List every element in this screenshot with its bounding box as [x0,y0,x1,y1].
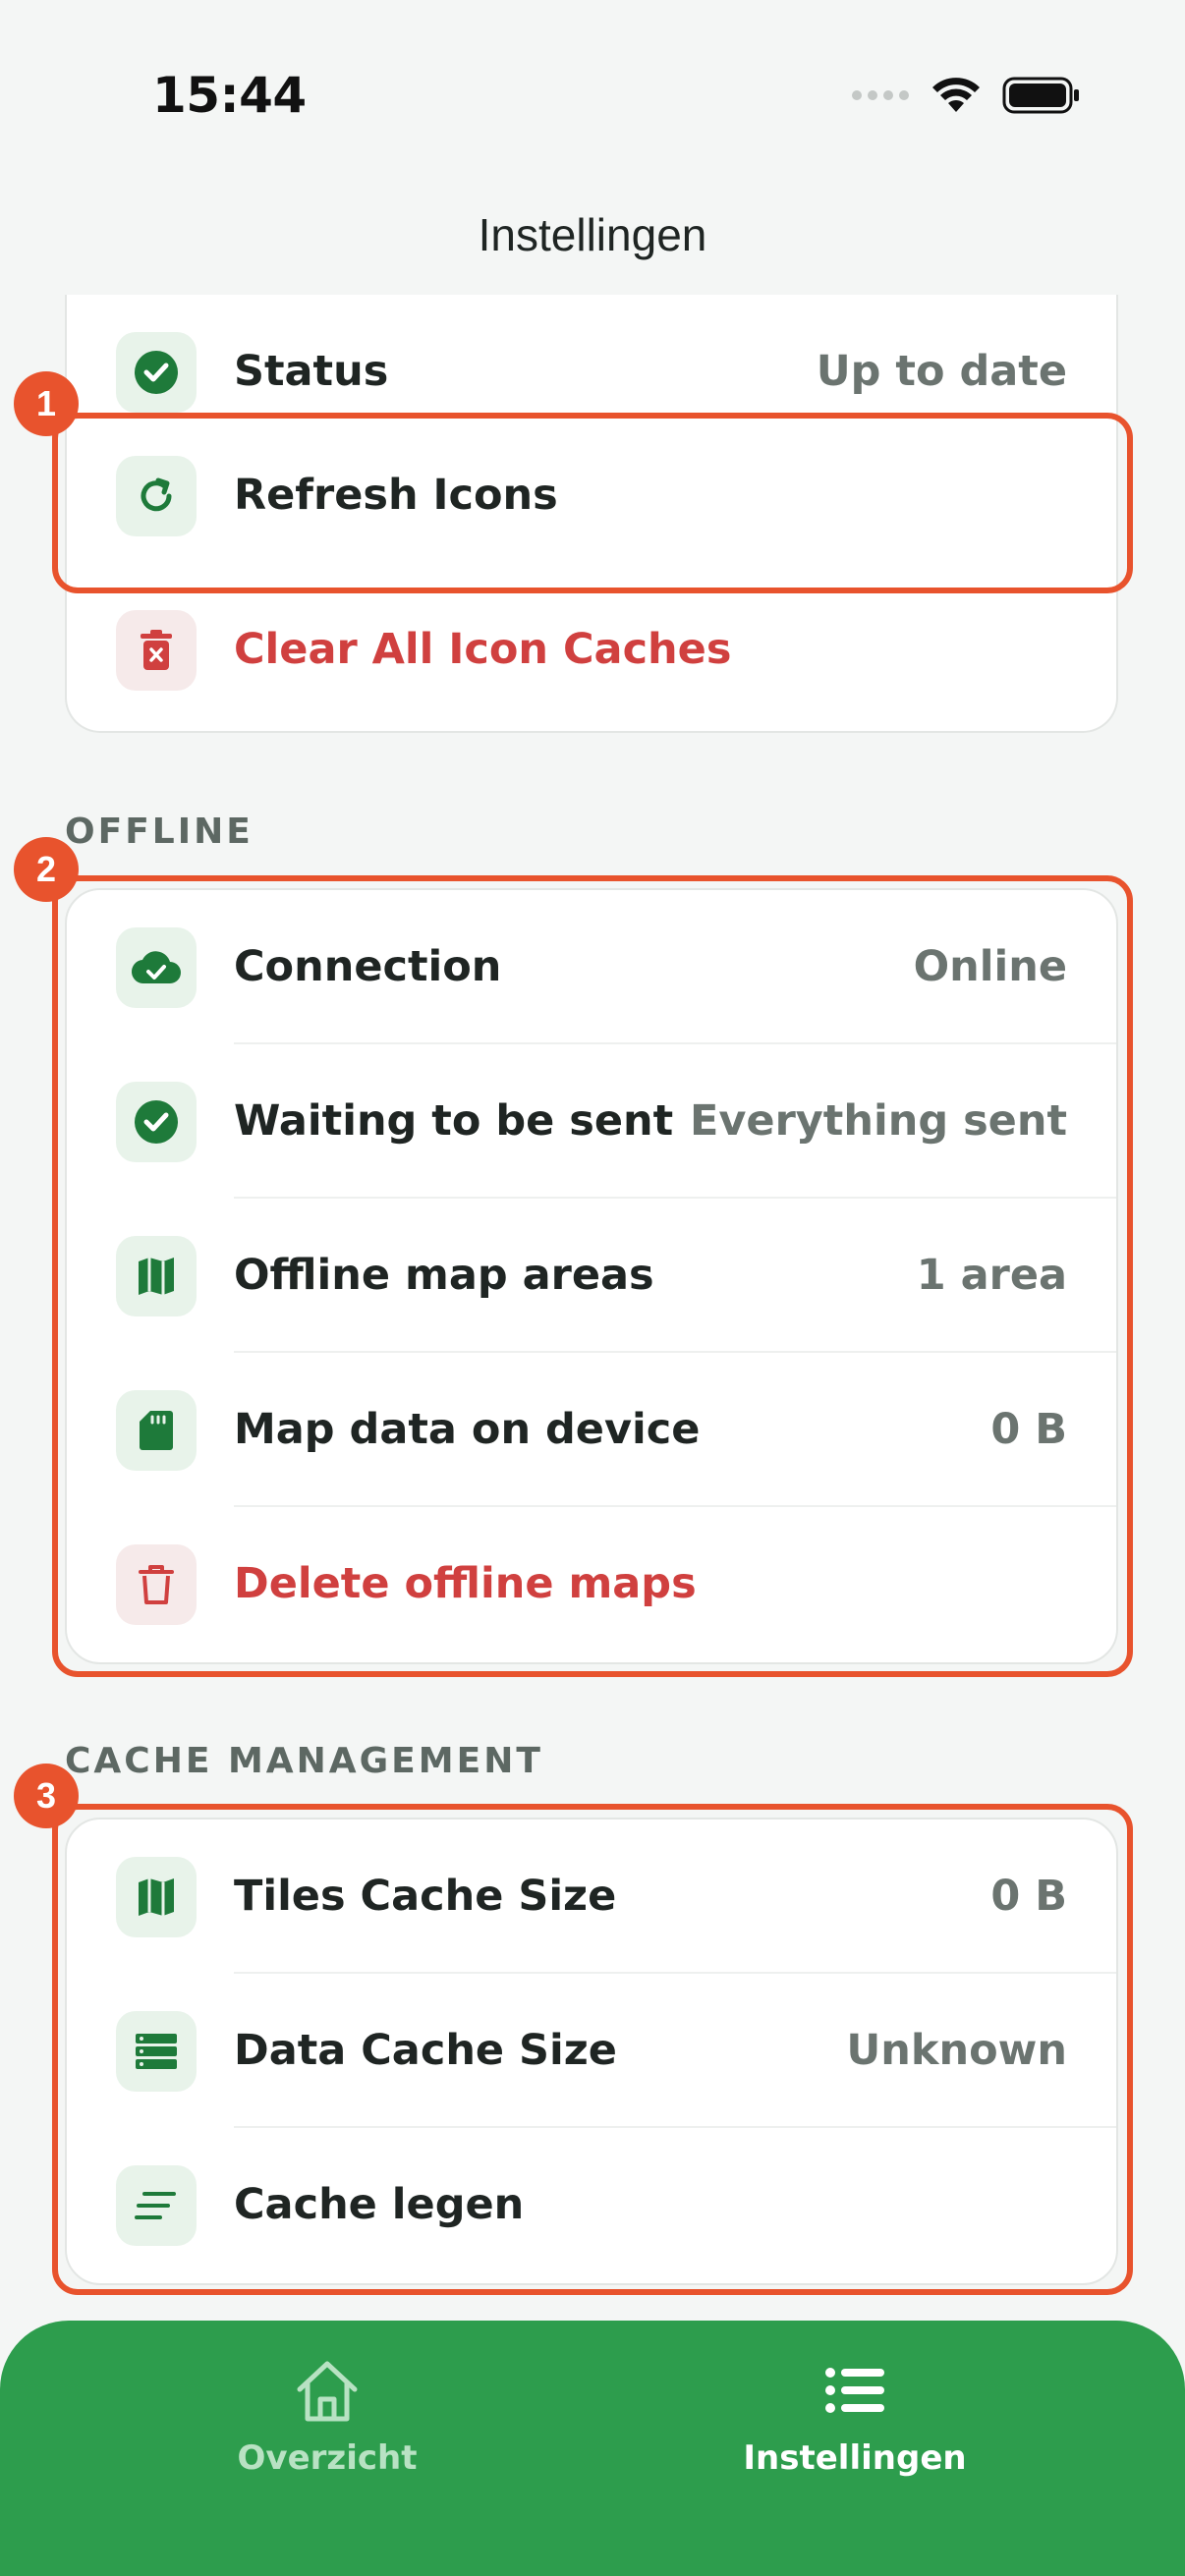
data-cache-row: Data Cache Size Unknown [67,1974,1116,2128]
highlight-badge: 2 [14,837,79,902]
tab-bar: Overzicht Instellingen [0,2321,1185,2576]
check-circle-icon [116,1082,197,1162]
delete-offline-maps-row[interactable]: Delete offline maps [67,1507,1116,1661]
trash-x-icon [116,610,197,691]
battery-icon [1002,77,1079,114]
connection-row: Connection Online [67,890,1116,1044]
row-label: Connection [234,942,502,991]
storage-icon [116,2011,197,2092]
row-value: 1 area [916,1251,1067,1300]
map-data-row: Map data on device 0 B [67,1353,1116,1507]
row-label: Offline map areas [234,1251,654,1300]
list-icon [825,2368,884,2413]
status-bar: 15:44 [0,0,1185,187]
trash-icon [116,1544,197,1625]
clear-icon-caches-row[interactable]: Clear All Icon Caches [67,573,1116,727]
row-label: Waiting to be sent [234,1096,674,1146]
clear-lines-icon [116,2165,197,2246]
tiles-cache-row: Tiles Cache Size 0 B [67,1820,1116,1974]
highlight-badge: 3 [14,1764,79,1828]
tab-label: Instellingen [743,2438,967,2478]
row-label: Map data on device [234,1405,701,1454]
check-circle-icon [116,332,197,413]
refresh-icon [116,456,197,536]
tab-label: Overzicht [237,2438,418,2478]
tab-overzicht[interactable]: Overzicht [131,2356,524,2513]
row-value: 0 B [990,1405,1067,1454]
row-label: Clear All Icon Caches [234,625,732,674]
row-label: Refresh Icons [234,471,558,520]
map-icon [116,1236,197,1316]
row-label: Delete offline maps [234,1559,697,1608]
sd-card-icon [116,1390,197,1471]
status-time: 15:44 [152,67,307,124]
highlight-badge: 1 [14,371,79,436]
icons-card: Status Up to date Refresh Icons Clear Al… [65,295,1118,733]
cellular-signal-icon [852,90,909,100]
section-header-cache: CACHE MANAGEMENT [65,1741,543,1781]
row-label: Data Cache Size [234,2026,617,2075]
page-title: Instellingen [478,209,707,260]
section-header-offline: OFFLINE [65,812,254,852]
tab-instellingen[interactable]: Instellingen [658,2356,1051,2513]
row-value: 0 B [990,1872,1067,1921]
waiting-row: Waiting to be sent Everything sent [67,1044,1116,1199]
home-icon [297,2361,358,2422]
row-value: Unknown [846,2026,1067,2075]
clear-cache-row[interactable]: Cache legen [67,2128,1116,2282]
row-value: Online [913,942,1067,991]
status-icons [851,71,1081,120]
row-label: Cache legen [234,2180,525,2229]
offline-card: Connection Online Waiting to be sent Eve… [65,888,1118,1664]
cloud-check-icon [116,927,197,1008]
row-label: Tiles Cache Size [234,1872,617,1921]
offline-map-areas-row[interactable]: Offline map areas 1 area [67,1199,1116,1353]
refresh-icons-row[interactable]: Refresh Icons [67,419,1116,573]
cache-card: Tiles Cache Size 0 B Data Cache Size Unk… [65,1818,1118,2285]
row-value: Everything sent [690,1096,1067,1146]
wifi-icon [932,78,980,112]
map-icon [116,1857,197,1937]
